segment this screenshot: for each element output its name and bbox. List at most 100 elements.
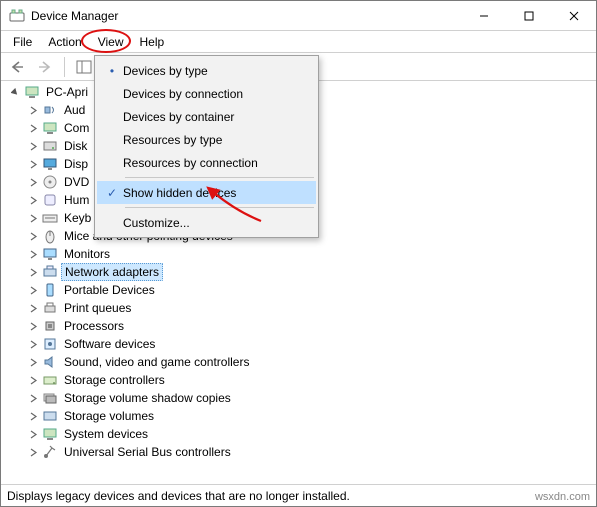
network-icon	[42, 264, 58, 280]
tree-node-label: DVD	[61, 174, 92, 190]
tree-node-label: Storage volumes	[61, 408, 157, 424]
tree-node[interactable]: Print queues	[27, 299, 596, 317]
expander-icon[interactable]	[27, 410, 39, 422]
menu-file[interactable]: File	[5, 33, 40, 51]
expander-icon[interactable]	[27, 356, 39, 368]
expander-icon[interactable]	[27, 158, 39, 170]
tree-node[interactable]: Storage controllers	[27, 371, 596, 389]
tree-node[interactable]: System devices	[27, 425, 596, 443]
tree-node-label: Storage volume shadow copies	[61, 390, 234, 406]
back-button[interactable]	[5, 55, 29, 79]
menu-item-label: Resources by connection	[123, 156, 258, 170]
expander-icon[interactable]	[27, 374, 39, 386]
dvd-icon	[42, 174, 58, 190]
tree-node[interactable]: Processors	[27, 317, 596, 335]
disk-icon	[42, 138, 58, 154]
status-text: Displays legacy devices and devices that…	[7, 489, 350, 503]
menu-item-label: Devices by container	[123, 110, 234, 124]
app-icon	[9, 8, 25, 24]
tree-root-label: PC-Apri	[43, 84, 91, 100]
bullet-icon: •	[101, 64, 123, 78]
tree-node-label: Universal Serial Bus controllers	[61, 444, 234, 460]
menu-item-label: Resources by type	[123, 133, 222, 147]
menu-action[interactable]: Action	[40, 33, 89, 51]
tree-node-label: Portable Devices	[61, 282, 158, 298]
menu-item-label: Devices by connection	[123, 87, 243, 101]
expander-icon[interactable]	[27, 266, 39, 278]
usb-icon	[42, 444, 58, 460]
menu-item[interactable]: •Devices by type	[97, 59, 316, 82]
volume-icon	[42, 408, 58, 424]
menu-view[interactable]: View	[90, 33, 132, 51]
monitor-icon	[42, 246, 58, 262]
tree-node-label: Software devices	[61, 336, 158, 352]
close-button[interactable]	[551, 1, 596, 30]
tree-node[interactable]: Portable Devices	[27, 281, 596, 299]
menu-separator	[125, 177, 314, 178]
expander-icon[interactable]	[9, 86, 21, 98]
tree-node[interactable]: Network adapters	[27, 263, 596, 281]
tree-node[interactable]: Storage volume shadow copies	[27, 389, 596, 407]
expander-icon[interactable]	[27, 104, 39, 116]
computer-icon	[42, 120, 58, 136]
check-icon: ✓	[101, 186, 123, 200]
maximize-button[interactable]	[506, 1, 551, 30]
expander-icon[interactable]	[27, 284, 39, 296]
tree-node-label: System devices	[61, 426, 151, 442]
tree-node-label: Com	[61, 120, 92, 136]
tree-node-label: Disk	[61, 138, 90, 154]
menu-separator	[125, 207, 314, 208]
tree-node[interactable]: Sound, video and game controllers	[27, 353, 596, 371]
window-title: Device Manager	[31, 9, 118, 23]
tree-node-label: Storage controllers	[61, 372, 168, 388]
tree-node[interactable]: Storage volumes	[27, 407, 596, 425]
system-icon	[42, 426, 58, 442]
expander-icon[interactable]	[27, 338, 39, 350]
sound-icon	[42, 354, 58, 370]
menu-item[interactable]: Resources by connection	[97, 151, 316, 174]
menu-item[interactable]: Resources by type	[97, 128, 316, 151]
status-bar: Displays legacy devices and devices that…	[1, 484, 596, 506]
minimize-button[interactable]	[461, 1, 506, 30]
tree-node-label: Hum	[61, 192, 92, 208]
printer-icon	[42, 300, 58, 316]
hid-icon	[42, 192, 58, 208]
shadow-icon	[42, 390, 58, 406]
expander-icon[interactable]	[27, 428, 39, 440]
expander-icon[interactable]	[27, 176, 39, 188]
software-icon	[42, 336, 58, 352]
forward-button[interactable]	[33, 55, 57, 79]
expander-icon[interactable]	[27, 446, 39, 458]
expander-icon[interactable]	[27, 122, 39, 134]
expander-icon[interactable]	[27, 194, 39, 206]
expander-icon[interactable]	[27, 140, 39, 152]
menu-item-label: Show hidden devices	[123, 186, 236, 200]
title-bar: Device Manager	[1, 1, 596, 31]
tree-node-label: Print queues	[61, 300, 134, 316]
cpu-icon	[42, 318, 58, 334]
menu-help[interactable]: Help	[132, 33, 173, 51]
tree-node-label: Keyb	[61, 210, 94, 226]
expander-icon[interactable]	[27, 302, 39, 314]
tree-node[interactable]: Universal Serial Bus controllers	[27, 443, 596, 461]
expander-icon[interactable]	[27, 248, 39, 260]
portable-icon	[42, 282, 58, 298]
tree-node[interactable]: Monitors	[27, 245, 596, 263]
expander-icon[interactable]	[27, 320, 39, 332]
tree-node[interactable]: Software devices	[27, 335, 596, 353]
expander-icon[interactable]	[27, 212, 39, 224]
show-hide-console-tree-button[interactable]	[72, 55, 96, 79]
menu-item[interactable]: Customize...	[97, 211, 316, 234]
tree-node-label: Aud	[61, 102, 88, 118]
computer-icon	[24, 84, 40, 100]
menu-item-label: Devices by type	[123, 64, 208, 78]
expander-icon[interactable]	[27, 230, 39, 242]
menu-item[interactable]: ✓Show hidden devices	[97, 181, 316, 204]
tree-node-label: Network adapters	[61, 263, 163, 281]
menu-bar: File Action View Help	[1, 31, 596, 53]
tree-node-label: Disp	[61, 156, 91, 172]
expander-icon[interactable]	[27, 392, 39, 404]
menu-item[interactable]: Devices by container	[97, 105, 316, 128]
device-manager-window: Device Manager File Action View Help	[0, 0, 597, 507]
menu-item[interactable]: Devices by connection	[97, 82, 316, 105]
